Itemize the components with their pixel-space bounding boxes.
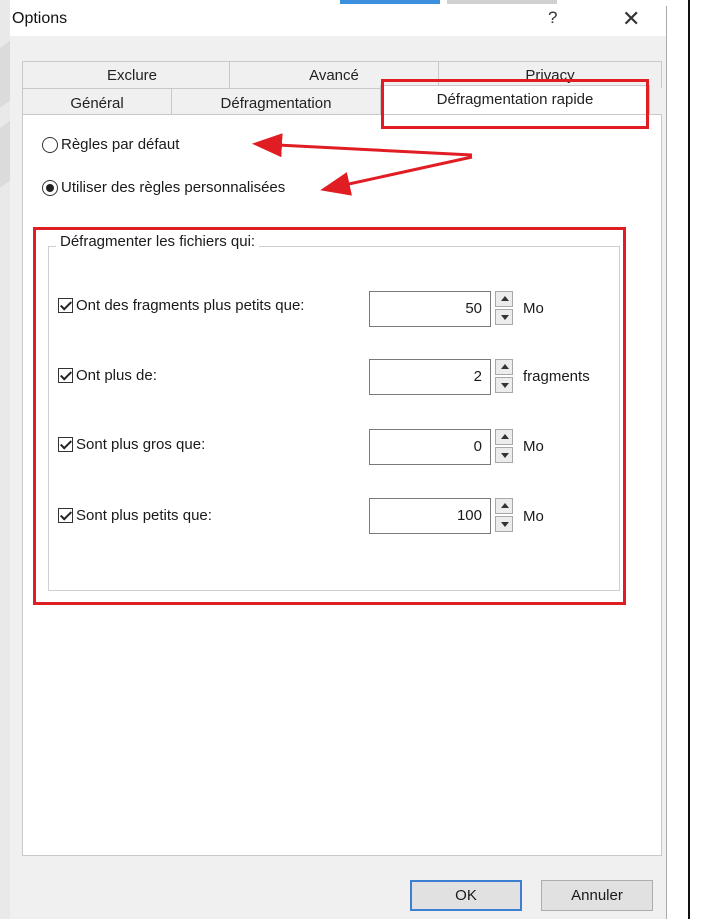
- annotation-arrows: [252, 133, 473, 196]
- annotation-arrow: [320, 155, 473, 196]
- annotation-arrow: [252, 133, 473, 158]
